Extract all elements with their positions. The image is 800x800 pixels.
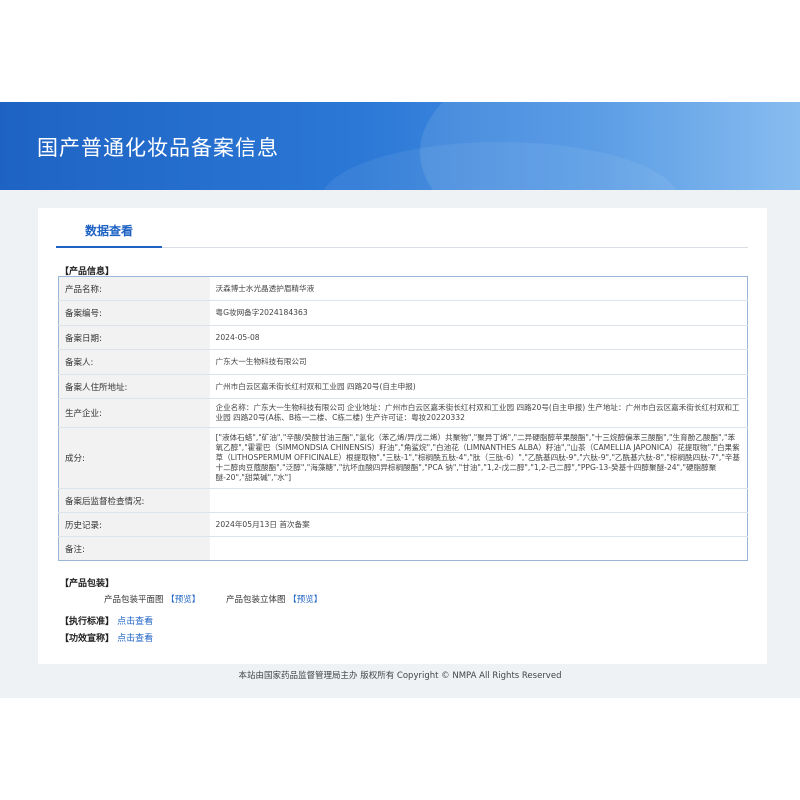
- bottom-blank-area: [0, 698, 800, 800]
- row-value: 企业名称：广东大一生物科技有限公司 企业地址：广州市白云区嘉禾街长红村双和工业园…: [209, 398, 748, 428]
- header-banner: 国产普通化妆品备案信息: [0, 102, 800, 190]
- efficacy-view-link[interactable]: 点击查看: [117, 634, 153, 644]
- efficacy-label: 【功效宣称】: [60, 634, 115, 644]
- row-key: 产品名称:: [58, 276, 210, 301]
- row-key: 备案人:: [58, 349, 210, 375]
- table-row: 生产企业: 企业名称：广东大一生物科技有限公司 企业地址：广州市白云区嘉禾街长红…: [58, 398, 748, 428]
- row-value: 粤G妆网备字2024184363: [209, 300, 748, 326]
- table-row: 备注:: [58, 536, 748, 561]
- row-value: [209, 536, 748, 561]
- row-value: 广东大一生物科技有限公司: [209, 349, 748, 375]
- row-value: ["液体石蜡","矿油","辛酸/癸酸甘油三酯","氢化（苯乙烯/异戊二烯）共聚…: [209, 427, 748, 489]
- product-info-table: 产品名称: 沃森博士水光晶透护眉精华液 备案编号: 粤G妆网备字20241843…: [58, 276, 748, 561]
- table-row: 备案编号: 粤G妆网备字2024184363: [58, 300, 748, 326]
- standard-row: 【执行标准】 点击查看: [60, 614, 153, 627]
- table-row: 历史记录: 2024年05月13日 首次备案: [58, 512, 748, 537]
- row-key: 备案编号:: [58, 300, 210, 326]
- package-flat-item: 产品包装平面图 【预览】: [104, 593, 200, 605]
- efficacy-row: 【功效宣称】 点击查看: [60, 631, 153, 644]
- package-stereo-preview-link[interactable]: 【预览】: [288, 595, 322, 605]
- standard-view-link[interactable]: 点击查看: [117, 617, 153, 627]
- content-card: 数据查看 【产品信息】 产品名称: 沃森博士水光晶透护眉精华液 备案编号: 粤G…: [38, 208, 767, 664]
- table-row: 备案人住所地址: 广州市白云区嘉禾街长红村双和工业园 四路20号(自主申报): [58, 374, 748, 399]
- standard-label: 【执行标准】: [60, 617, 115, 627]
- tab-data-view[interactable]: 数据查看: [56, 208, 162, 248]
- row-value: 2024年05月13日 首次备案: [209, 512, 748, 537]
- row-key: 历史记录:: [58, 512, 210, 537]
- top-blank-area: [0, 0, 800, 102]
- row-key: 备案后监督检查情况:: [58, 488, 210, 513]
- table-row: 产品名称: 沃森博士水光晶透护眉精华液: [58, 276, 748, 301]
- row-value: 沃森博士水光晶透护眉精华液: [209, 276, 748, 301]
- row-key: 成分:: [58, 427, 210, 489]
- row-key: 备案日期:: [58, 325, 210, 350]
- row-value: 广州市白云区嘉禾街长红村双和工业园 四路20号(自主申报): [209, 374, 748, 399]
- table-row: 备案日期: 2024-05-08: [58, 325, 748, 350]
- tab-bar: 数据查看: [56, 208, 748, 248]
- package-stereo-label: 产品包装立体图: [226, 595, 286, 605]
- banner-title: 国产普通化妆品备案信息: [37, 136, 279, 160]
- row-key: 生产企业:: [58, 398, 210, 428]
- package-flat-label: 产品包装平面图: [104, 595, 164, 605]
- row-key: 备案人住所地址:: [58, 374, 210, 399]
- package-stereo-item: 产品包装立体图 【预览】: [226, 593, 322, 605]
- packaging-label: 【产品包装】: [60, 579, 115, 589]
- table-row: 备案人: 广东大一生物科技有限公司: [58, 349, 748, 375]
- row-value: [209, 488, 748, 513]
- table-row: 成分: ["液体石蜡","矿油","辛酸/癸酸甘油三酯","氢化（苯乙烯/异戊二…: [58, 427, 748, 489]
- row-key: 备注:: [58, 536, 210, 561]
- footer-copyright: 本站由国家药品监督管理局主办 版权所有 Copyright © NMPA All…: [238, 671, 562, 681]
- table-row: 备案后监督检查情况:: [58, 488, 748, 513]
- row-value: 2024-05-08: [209, 325, 748, 350]
- package-flat-preview-link[interactable]: 【预览】: [166, 595, 200, 605]
